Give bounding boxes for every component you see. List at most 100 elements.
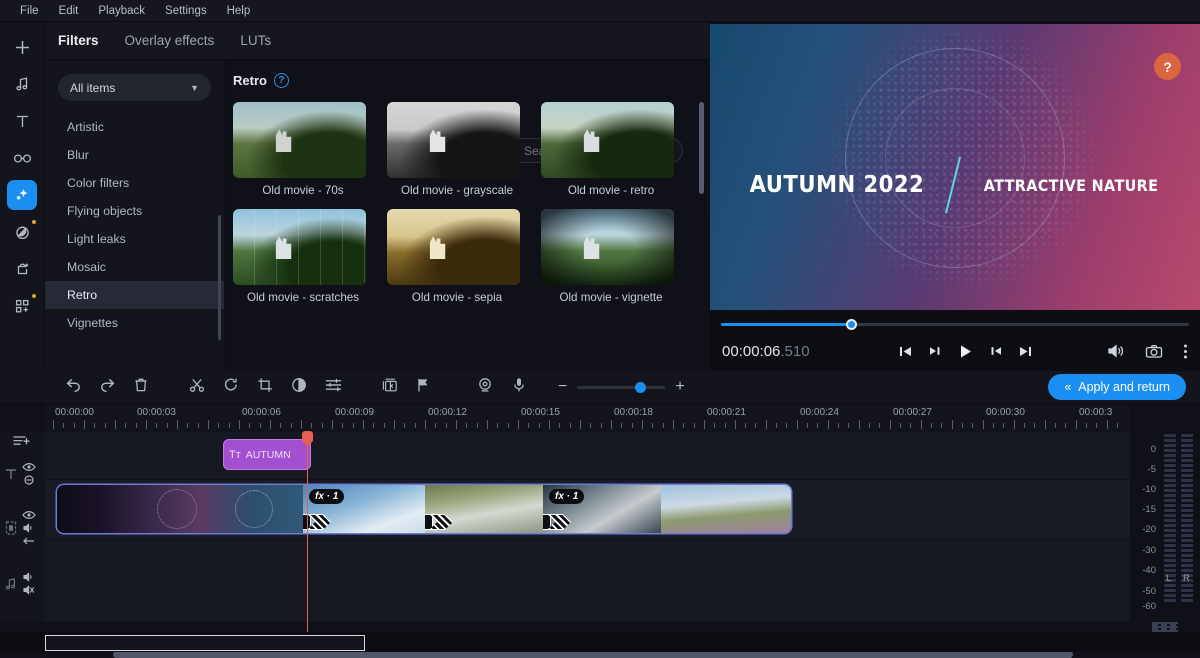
- ruler-tick: [446, 423, 447, 428]
- menu-item-help[interactable]: Help: [217, 0, 261, 22]
- seek-bar[interactable]: [710, 319, 1200, 329]
- transition-marker[interactable]: [425, 514, 453, 530]
- eye-icon[interactable]: [22, 510, 36, 520]
- filter-item[interactable]: Old movie - sepia: [387, 209, 527, 304]
- zoom-slider-handle[interactable]: [635, 382, 646, 393]
- video-preview[interactable]: AUTUMN 2022 ATTRACTIVE NATURE ?: [710, 24, 1200, 310]
- montage-wizard-button[interactable]: [372, 371, 406, 404]
- rail-item-titles[interactable]: [7, 106, 37, 136]
- filter-thumbnail[interactable]: [541, 209, 674, 285]
- rail-item-add-media[interactable]: [7, 32, 37, 62]
- ruler-tick: [198, 423, 199, 428]
- menu-item-edit[interactable]: Edit: [49, 0, 89, 22]
- speaker-icon[interactable]: [22, 523, 36, 533]
- filter-thumbnail[interactable]: [387, 209, 520, 285]
- intro-clip[interactable]: [57, 485, 303, 533]
- category-color-filters[interactable]: Color filters: [45, 169, 224, 197]
- rail-item-stickers[interactable]: [7, 254, 37, 284]
- rail-item-transitions[interactable]: [7, 143, 37, 173]
- filters-scrollbar[interactable]: [699, 102, 704, 194]
- rotate-button[interactable]: [214, 371, 248, 404]
- camera-icon[interactable]: [1145, 344, 1163, 359]
- meadow-clip[interactable]: [661, 485, 791, 533]
- video-track-lane[interactable]: fx · 1 fx · 1: [45, 480, 1130, 540]
- menu-item-playback[interactable]: Playback: [88, 0, 155, 22]
- filter-thumbnail[interactable]: [541, 102, 674, 178]
- link-icon[interactable]: [22, 475, 36, 485]
- record-webcam-button[interactable]: [468, 371, 502, 404]
- timeline-horizontal-scrollbar[interactable]: [113, 651, 1073, 658]
- track-header-video[interactable]: [4, 510, 49, 546]
- filter-item[interactable]: Old movie - scratches: [233, 209, 373, 304]
- category-blur[interactable]: Blur: [45, 141, 224, 169]
- menu-item-file[interactable]: File: [10, 0, 49, 22]
- step-forward-icon[interactable]: [989, 344, 1003, 358]
- arrow-left-icon[interactable]: [22, 536, 36, 546]
- crop-button[interactable]: [248, 371, 282, 404]
- playhead[interactable]: [307, 432, 308, 650]
- filter-item[interactable]: Old movie - retro: [541, 102, 681, 197]
- redo-button[interactable]: [90, 371, 124, 404]
- speaker-icon[interactable]: [1107, 343, 1125, 359]
- title-track-lane[interactable]: Tᴛ AUTUMN: [45, 432, 1130, 480]
- play-icon[interactable]: [957, 343, 974, 360]
- help-button[interactable]: ?: [1154, 53, 1181, 80]
- tab-filters[interactable]: Filters: [58, 33, 99, 48]
- rail-item-music[interactable]: [7, 69, 37, 99]
- zoom-out-button[interactable]: −: [558, 378, 567, 396]
- video-clip-strip[interactable]: fx · 1 fx · 1: [57, 485, 791, 533]
- split-button[interactable]: [180, 371, 214, 404]
- skip-back-icon[interactable]: [898, 344, 913, 359]
- category-light-leaks[interactable]: Light leaks: [45, 225, 224, 253]
- filter-thumbnail[interactable]: [387, 102, 520, 178]
- filter-item[interactable]: Old movie - grayscale: [387, 102, 527, 197]
- timeline-ruler[interactable]: 00:00:00 00:00:03 00:00:06 00:00:09 00:0…: [45, 404, 1130, 432]
- all-items-dropdown[interactable]: All items ▼: [58, 74, 211, 101]
- river-clip[interactable]: [425, 485, 543, 533]
- skip-forward-icon[interactable]: [1018, 344, 1033, 359]
- filter-item[interactable]: Old movie - 70s: [233, 102, 373, 197]
- category-vignettes[interactable]: Vignettes: [45, 309, 224, 337]
- rail-item-more-tools[interactable]: [7, 291, 37, 321]
- meter-scale-label: 0: [1151, 444, 1156, 455]
- help-icon[interactable]: ?: [274, 73, 289, 88]
- speaker-icon[interactable]: [22, 572, 36, 582]
- step-back-icon[interactable]: [928, 344, 942, 358]
- meter-segment: [1164, 509, 1176, 512]
- delete-button[interactable]: [124, 371, 158, 404]
- filter-item[interactable]: Old movie - vignette: [541, 209, 681, 304]
- category-artistic[interactable]: Artistic: [45, 113, 224, 141]
- mute-icon[interactable]: [22, 585, 36, 595]
- apply-and-return-button[interactable]: « Apply and return: [1048, 374, 1186, 400]
- filter-thumbnail[interactable]: [233, 102, 366, 178]
- filter-thumbnail[interactable]: [233, 209, 366, 285]
- properties-button[interactable]: [316, 371, 350, 404]
- forest-clip[interactable]: fx · 1: [543, 485, 661, 533]
- menu-item-settings[interactable]: Settings: [155, 0, 217, 22]
- category-mosaic[interactable]: Mosaic: [45, 253, 224, 281]
- transition-marker[interactable]: [543, 514, 571, 530]
- track-header-title[interactable]: [4, 462, 49, 485]
- rail-item-filters[interactable]: [7, 180, 37, 210]
- undo-button[interactable]: [56, 371, 90, 404]
- zoom-in-button[interactable]: +: [675, 378, 684, 396]
- title-clip[interactable]: Tᴛ AUTUMN: [223, 439, 311, 470]
- category-flying-objects[interactable]: Flying objects: [45, 197, 224, 225]
- tab-luts[interactable]: LUTs: [240, 33, 271, 48]
- seek-handle[interactable]: [846, 319, 857, 330]
- marker-button[interactable]: [406, 371, 440, 404]
- track-header-audio[interactable]: [4, 572, 49, 595]
- text-t-icon: [4, 467, 18, 481]
- color-adjust-button[interactable]: [282, 371, 316, 404]
- rail-item-color-adjust[interactable]: [7, 217, 37, 247]
- tab-overlay-effects[interactable]: Overlay effects: [125, 33, 215, 48]
- category-scrollbar[interactable]: [218, 215, 221, 340]
- record-audio-button[interactable]: [502, 371, 536, 404]
- audio-track-lane[interactable]: [45, 540, 1130, 622]
- kebab-menu-icon[interactable]: [1183, 343, 1188, 360]
- category-retro[interactable]: Retro: [45, 281, 224, 309]
- zoom-slider-track[interactable]: [577, 386, 665, 389]
- clouds-clip[interactable]: fx · 1: [303, 485, 425, 533]
- eye-icon[interactable]: [22, 462, 36, 472]
- meter-segment: [1181, 459, 1193, 462]
